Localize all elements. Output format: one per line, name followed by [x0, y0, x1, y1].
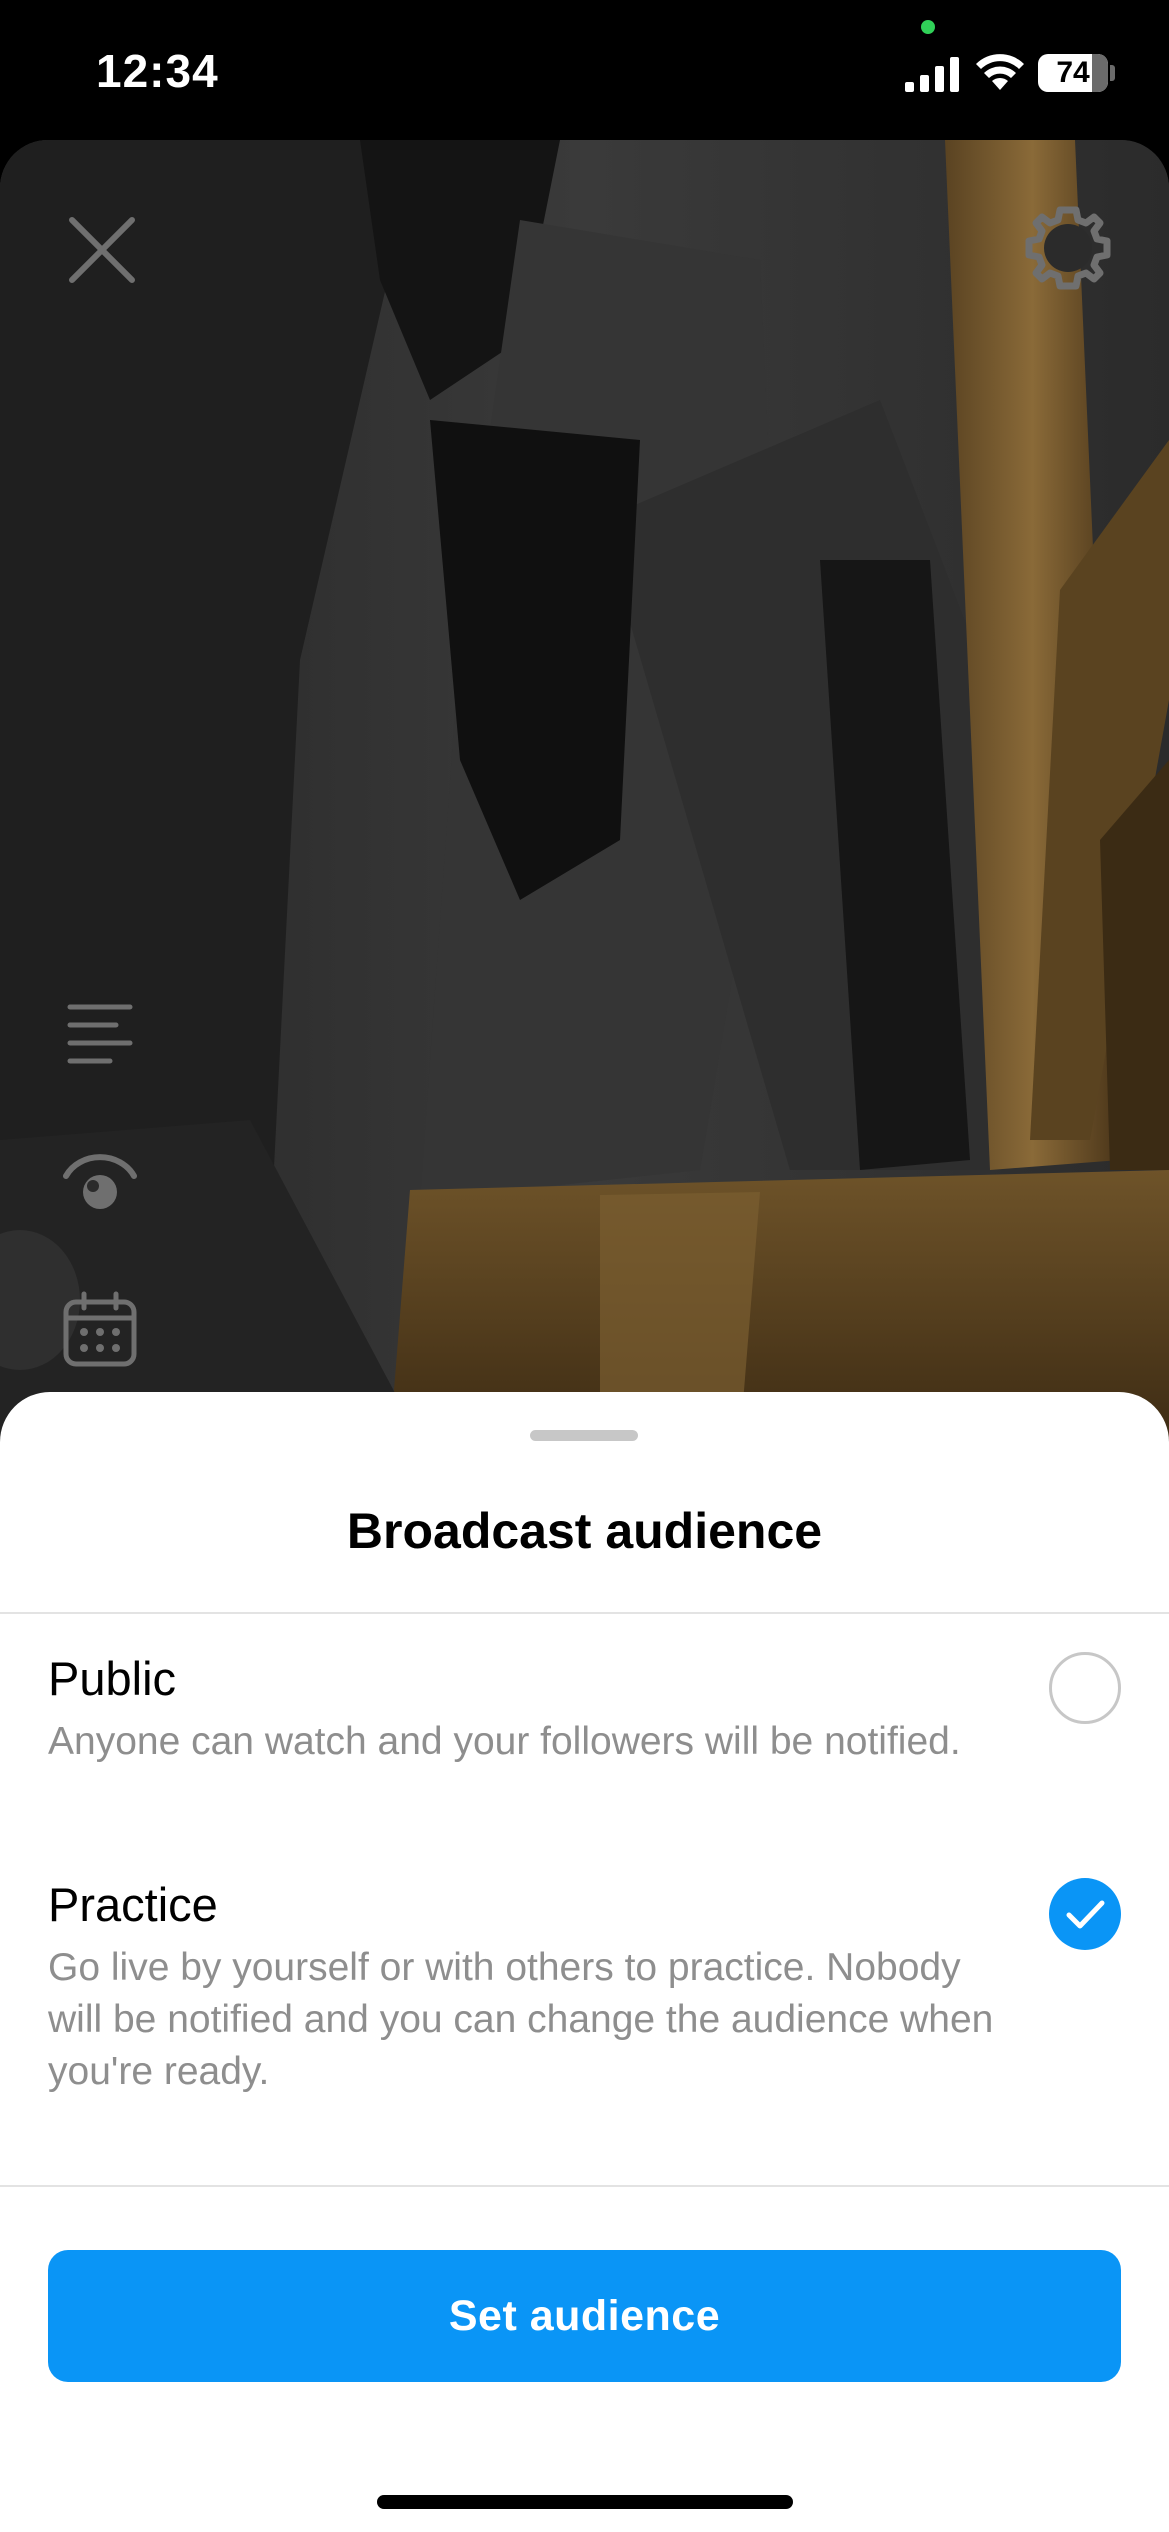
camera-scene-image — [0, 140, 1169, 1440]
option-practice-title: Practice — [48, 1878, 218, 1931]
screen: 12:34 74 Broadcast audience Public Anyon… — [0, 0, 1169, 2532]
battery-level: 74 — [1056, 56, 1090, 89]
divider — [0, 1612, 1169, 1614]
gear-icon[interactable] — [1022, 202, 1114, 294]
home-indicator[interactable] — [377, 2495, 793, 2509]
option-public-title: Public — [48, 1652, 177, 1705]
status-time: 12:34 — [96, 45, 219, 97]
text-align-icon[interactable] — [60, 995, 140, 1075]
set-audience-button[interactable]: Set audience — [48, 2250, 1121, 2382]
camera-preview — [0, 140, 1169, 1440]
option-public-radio[interactable] — [1049, 1652, 1121, 1724]
option-practice-radio[interactable] — [1049, 1878, 1121, 1950]
option-public[interactable]: Public Anyone can watch and your followe… — [48, 1650, 1121, 1768]
close-icon[interactable] — [62, 210, 142, 290]
battery-tip — [1110, 65, 1115, 81]
broadcast-audience-sheet: Broadcast audience Public Anyone can wat… — [0, 1392, 1169, 2532]
checkmark-icon — [1066, 1900, 1105, 1929]
option-practice-description: Go live by yourself or with others to pr… — [48, 1946, 994, 2093]
cellular-signal-icon — [905, 57, 959, 92]
divider — [0, 2185, 1169, 2187]
calendar-icon[interactable] — [60, 1290, 140, 1370]
battery-indicator: 74 — [1038, 54, 1108, 92]
wifi-icon — [976, 54, 1024, 90]
sheet-title: Broadcast audience — [346, 1503, 823, 1559]
option-public-description: Anyone can watch and your followers will… — [48, 1720, 961, 1763]
privacy-indicator-dot — [921, 20, 935, 34]
option-practice[interactable]: Practice Go live by yourself or with oth… — [48, 1876, 1121, 2098]
battery-empty-region — [1092, 54, 1108, 92]
eye-icon[interactable] — [60, 1140, 140, 1220]
status-bar: 12:34 74 — [0, 0, 1169, 140]
sheet-grabber[interactable] — [530, 1430, 638, 1441]
